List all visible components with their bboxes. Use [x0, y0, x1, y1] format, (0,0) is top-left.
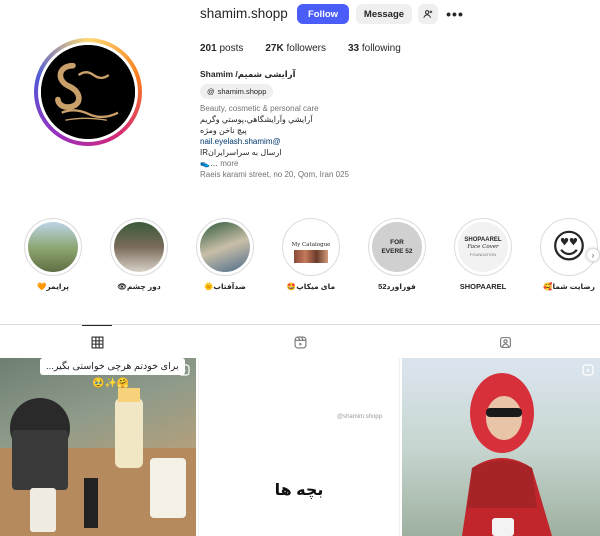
avatar-frame	[38, 42, 138, 142]
highlight-sunscreen[interactable]: ضدآفتاب🌞	[192, 218, 258, 291]
brand-line-2: Face Cover	[467, 243, 499, 250]
tab-reels[interactable]	[285, 325, 315, 359]
threads-icon: @	[207, 87, 215, 96]
post-tile[interactable]	[402, 358, 600, 536]
highlight-ring: 😍	[540, 218, 598, 276]
post-tile[interactable]: @shamim.shopp بچه ها	[198, 358, 400, 536]
avatar	[41, 45, 135, 139]
profile-avatar-ring[interactable]	[34, 38, 142, 146]
bio-mention-link[interactable]: nail.eyelash.shamim@	[200, 136, 460, 147]
profile-category: Beauty, cosmetic & personal care	[200, 104, 319, 113]
post-caption-overlay: برای خودتم هرچی خواستی بگیر...	[40, 358, 185, 375]
highlight-forever52[interactable]: FOR EVERE 52 فوراورد52	[364, 218, 430, 291]
highlight-ring	[24, 218, 82, 276]
highlight-label: دور چشم👁	[117, 282, 161, 291]
highlight-thumb-products	[114, 222, 164, 272]
highlight-label: SHOPAAREL	[459, 282, 507, 291]
chevron-right-icon: ›	[591, 250, 595, 260]
suggested-users-button[interactable]	[418, 4, 438, 24]
highlight-label: ضدآفتاب🌞	[204, 282, 246, 291]
profile-username: shamim.shopp	[200, 6, 288, 21]
catalogue-title: My Catalogue	[291, 241, 331, 248]
tab-tagged[interactable]	[490, 325, 520, 359]
stat-following[interactable]: 33 following	[348, 43, 401, 54]
add-user-icon	[423, 10, 433, 18]
highlight-thumb-tubes	[200, 222, 250, 272]
stat-followers[interactable]: 27K followers	[265, 43, 326, 54]
more-icon: •••	[446, 6, 464, 22]
brand-line-3: FOUNDATION	[469, 251, 497, 257]
highlight-label: فوراورد52	[378, 282, 416, 291]
post-title-text: بچه ها	[274, 482, 324, 499]
profile-address[interactable]: Raeis karami street, no 20, Qom, Iran 02…	[200, 169, 460, 180]
posts-grid: برای خودتم هرچی خواستی بگیر... 🥹✨🤗 @sham…	[0, 358, 600, 536]
stat-following-label: following	[361, 43, 401, 54]
highlight-primer[interactable]: پرايمر🧡	[20, 218, 86, 291]
message-button[interactable]: Message	[356, 4, 412, 24]
post-tile[interactable]: برای خودتم هرچی خواستی بگیر... 🥹✨🤗	[0, 358, 196, 536]
highlight-ring: My Catalogue	[282, 218, 340, 276]
shamim-logo	[41, 45, 135, 139]
stat-following-value: 33	[347, 43, 360, 54]
threads-handle: shamim.shopp	[217, 87, 267, 96]
highlight-thumb-catalogue: My Catalogue	[286, 222, 336, 272]
highlight-eye[interactable]: دور چشم👁	[106, 218, 172, 291]
stat-posts-value: 201	[200, 43, 217, 54]
bio-more-row: 👟… more	[200, 158, 460, 169]
highlight-label: پرايمر🧡	[37, 282, 69, 291]
highlight-label: رضایت شما🥰	[543, 282, 595, 291]
more-link[interactable]: more	[220, 159, 238, 168]
stat-posts: 201 posts	[200, 43, 243, 54]
post-products-image	[0, 388, 196, 536]
more-options-button[interactable]: •••	[445, 4, 465, 24]
profile-tabs	[0, 324, 600, 358]
profile-display-name: Shamim /آرایشی شمیم	[200, 69, 296, 79]
highlight-ring	[196, 218, 254, 276]
profile-stats: 201 posts 27K followers 33 following	[200, 43, 401, 54]
grid-icon	[91, 336, 103, 349]
bio-line: آرایشي وآرایشگاهي،پوستي وگريم	[200, 115, 313, 124]
palette-graphic	[294, 249, 328, 263]
stat-followers-label: followers	[286, 43, 326, 54]
profile-page: shamim.shopp Follow Message ••• 201 post…	[0, 0, 600, 536]
profile-bio: Shamim /آرایشی شمیم @ shamim.shopp Beaut…	[200, 69, 460, 180]
stat-posts-label: posts	[219, 43, 244, 54]
more-ellipsis: …	[209, 159, 218, 168]
post-watermark: @shamim.shopp	[337, 414, 383, 420]
reel-indicator-icon	[178, 364, 190, 376]
heart-eyes-emoji-icon: 😍	[544, 222, 594, 272]
highlight-ring: SHOPAAREL Face Cover FOUNDATION	[454, 218, 512, 276]
shoe-icon: 👟	[200, 159, 210, 168]
reel-indicator-icon	[582, 364, 594, 376]
highlights-next-button[interactable]: ›	[586, 248, 600, 262]
highlight-label: مای میکاپ🤩	[286, 282, 336, 291]
post-portrait-image	[462, 373, 552, 536]
bio-line: پيچ ناخن ومژه	[200, 126, 247, 135]
highlight-ring: FOR EVERE 52	[368, 218, 426, 276]
tagged-icon	[499, 336, 511, 348]
tab-posts[interactable]	[82, 325, 112, 359]
highlight-thumb-shopaarel: SHOPAAREL Face Cover FOUNDATION	[458, 222, 508, 272]
bio-shipping-line: ارسال به سراسرايرانIR	[200, 148, 282, 157]
follow-button[interactable]: Follow	[297, 4, 349, 24]
highlight-thumb-forever52: FOR EVERE 52	[372, 222, 422, 272]
story-highlights: پرايمر🧡 دور چشم👁 ضدآفتاب🌞 My Catalogue م…	[20, 218, 600, 298]
highlight-thumb-palm	[28, 222, 78, 272]
highlight-ring	[110, 218, 168, 276]
brand-line-1: SHOPAAREL	[464, 236, 502, 243]
stat-followers-value: 27K	[265, 43, 284, 54]
highlight-shopaarel[interactable]: SHOPAAREL Face Cover FOUNDATION SHOPAARE…	[450, 218, 516, 291]
threads-badge[interactable]: @ shamim.shopp	[200, 84, 274, 99]
reels-icon	[294, 336, 306, 348]
highlight-my-makeup[interactable]: My Catalogue مای میکاپ🤩	[278, 218, 344, 291]
